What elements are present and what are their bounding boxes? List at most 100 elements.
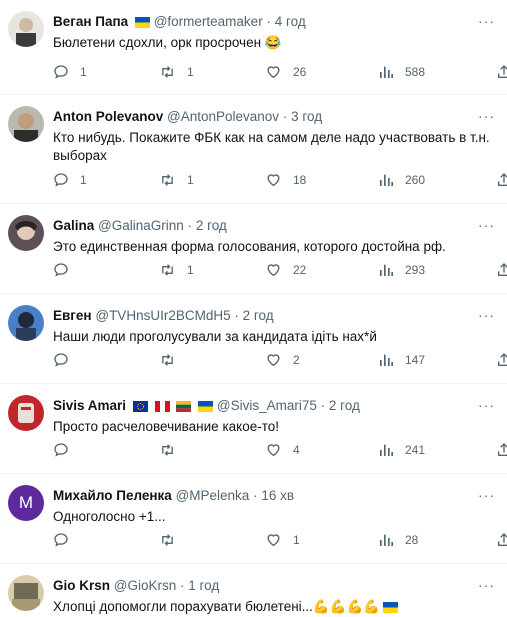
heart-icon bbox=[267, 354, 280, 367]
retweet-icon bbox=[162, 354, 173, 366]
tweet-header: Веган Папа @formerteamaker · 4 год bbox=[53, 13, 507, 31]
reply-tweet[interactable]: Веган Папа @formerteamaker · 4 год ··· Б… bbox=[0, 0, 507, 95]
avatar[interactable] bbox=[8, 395, 44, 431]
user-handle[interactable]: @AntonPolevanov bbox=[167, 109, 279, 124]
reply-button[interactable] bbox=[53, 350, 80, 370]
user-handle[interactable]: @TVHnsUIr2BCMdH5 bbox=[95, 308, 230, 323]
display-name[interactable]: Anton Polevanov bbox=[53, 109, 163, 124]
avatar[interactable] bbox=[8, 305, 44, 341]
views-button[interactable]: 28 bbox=[378, 530, 418, 550]
retweet-button[interactable]: 1 bbox=[159, 260, 194, 280]
reply-icon bbox=[54, 263, 68, 277]
retweet-button[interactable]: 1 bbox=[159, 170, 194, 190]
reply-feed: Веган Папа @formerteamaker · 4 год ··· Б… bbox=[0, 0, 507, 617]
timestamp[interactable]: 16 хв bbox=[261, 488, 294, 503]
more-options-icon[interactable]: ··· bbox=[478, 487, 495, 503]
user-handle[interactable]: @Sivis_Amari75 bbox=[217, 398, 317, 413]
timestamp[interactable]: 4 год bbox=[275, 14, 306, 29]
like-count: 4 bbox=[293, 443, 300, 457]
avatar[interactable] bbox=[8, 215, 44, 251]
tweet-header: Gio Krsn @GioKrsn · 1 год bbox=[53, 577, 507, 595]
share-button[interactable] bbox=[496, 62, 507, 82]
reply-tweet[interactable]: Gio Krsn @GioKrsn · 1 год ··· Хлопці доп… bbox=[0, 564, 507, 617]
retweet-button[interactable] bbox=[159, 530, 187, 550]
retweet-button[interactable] bbox=[159, 440, 187, 460]
share-icon bbox=[498, 65, 507, 78]
more-options-icon[interactable]: ··· bbox=[478, 397, 495, 413]
tweet-text: Хлопці допомогли порахувати бюлетені...💪… bbox=[53, 598, 493, 616]
action-bar: 2 147 bbox=[53, 350, 507, 370]
user-handle[interactable]: @formerteamaker bbox=[154, 14, 263, 29]
display-name[interactable]: Galina bbox=[53, 218, 94, 233]
views-button[interactable]: 588 bbox=[378, 62, 425, 82]
reply-button[interactable]: 1 bbox=[53, 62, 87, 82]
reply-count: 1 bbox=[80, 65, 87, 79]
more-options-icon[interactable]: ··· bbox=[478, 577, 495, 593]
more-options-icon[interactable]: ··· bbox=[478, 307, 495, 323]
user-handle[interactable]: @GioKrsn bbox=[114, 578, 176, 593]
action-bar: 1 1 18 260 bbox=[53, 170, 507, 190]
like-button[interactable]: 4 bbox=[265, 440, 300, 460]
user-handle[interactable]: @MPelenka bbox=[176, 488, 250, 503]
retweet-count: 1 bbox=[187, 263, 194, 277]
like-button[interactable]: 18 bbox=[265, 170, 306, 190]
share-button[interactable] bbox=[496, 260, 507, 280]
more-options-icon[interactable]: ··· bbox=[478, 217, 495, 233]
avatar[interactable] bbox=[8, 11, 44, 47]
like-button[interactable]: 1 bbox=[265, 530, 300, 550]
display-name[interactable]: Gio Krsn bbox=[53, 578, 110, 593]
views-button[interactable]: 260 bbox=[378, 170, 425, 190]
action-bar: 4 241 bbox=[53, 440, 507, 460]
timestamp[interactable]: 3 год bbox=[291, 109, 322, 124]
tweet-header: Galina @GalinaGrinn · 2 год bbox=[53, 217, 507, 235]
views-button[interactable]: 293 bbox=[378, 260, 425, 280]
heart-icon bbox=[267, 264, 280, 277]
separator: · bbox=[320, 398, 326, 413]
timestamp[interactable]: 1 год bbox=[188, 578, 219, 593]
display-name[interactable]: Веган Папа bbox=[53, 14, 128, 29]
reply-tweet[interactable]: M Михайло Пеленка @MPelenka · 16 хв ··· … bbox=[0, 474, 507, 564]
reply-button[interactable]: 1 bbox=[53, 170, 87, 190]
avatar[interactable] bbox=[8, 575, 44, 611]
reply-tweet[interactable]: Sivis Amari @Sivis_Amari75 · 2 год ··· П… bbox=[0, 384, 507, 474]
display-name[interactable]: Sivis Amari bbox=[53, 398, 126, 413]
reply-count: 1 bbox=[80, 173, 87, 187]
timestamp[interactable]: 2 год bbox=[329, 398, 360, 413]
like-button[interactable]: 22 bbox=[265, 260, 306, 280]
share-button[interactable] bbox=[496, 170, 507, 190]
eu-flag-icon bbox=[132, 401, 148, 412]
reply-button[interactable] bbox=[53, 530, 80, 550]
views-button[interactable]: 147 bbox=[378, 350, 425, 370]
display-name[interactable]: Михайло Пеленка bbox=[53, 488, 172, 503]
timestamp[interactable]: 2 год bbox=[243, 308, 274, 323]
tweet-header: Михайло Пеленка @MPelenka · 16 хв bbox=[53, 487, 507, 505]
like-button[interactable]: 26 bbox=[265, 62, 306, 82]
timestamp[interactable]: 2 год bbox=[196, 218, 227, 233]
separator: · bbox=[266, 14, 271, 29]
reply-button[interactable] bbox=[53, 440, 80, 460]
share-button[interactable] bbox=[496, 440, 507, 460]
heart-icon bbox=[267, 534, 280, 547]
tweet-header: Евген @TVHnsUIr2BCMdH5 · 2 год bbox=[53, 307, 507, 325]
display-name[interactable]: Евген bbox=[53, 308, 92, 323]
views-chart-icon bbox=[380, 534, 393, 546]
user-handle[interactable]: @GalinaGrinn bbox=[98, 218, 184, 233]
reply-button[interactable] bbox=[53, 260, 80, 280]
share-icon bbox=[498, 353, 507, 366]
more-options-icon[interactable]: ··· bbox=[478, 108, 495, 124]
reply-tweet[interactable]: Евген @TVHnsUIr2BCMdH5 · 2 год ··· Наши … bbox=[0, 294, 507, 384]
avatar[interactable] bbox=[8, 106, 44, 142]
retweet-button[interactable] bbox=[159, 350, 187, 370]
avatar[interactable]: M bbox=[8, 485, 44, 521]
views-count: 588 bbox=[405, 65, 426, 79]
views-button[interactable]: 241 bbox=[378, 440, 425, 460]
reply-tweet[interactable]: Galina @GalinaGrinn · 2 год ··· Это един… bbox=[0, 204, 507, 294]
more-options-icon[interactable]: ··· bbox=[478, 13, 495, 29]
share-button[interactable] bbox=[496, 350, 507, 370]
reply-tweet[interactable]: Anton Polevanov @AntonPolevanov · 3 год … bbox=[0, 95, 507, 204]
share-button[interactable] bbox=[496, 530, 507, 550]
retweet-button[interactable]: 1 bbox=[159, 62, 194, 82]
like-button[interactable]: 2 bbox=[265, 350, 300, 370]
views-count: 241 bbox=[405, 443, 426, 457]
ukraine-flag-icon bbox=[383, 602, 399, 613]
